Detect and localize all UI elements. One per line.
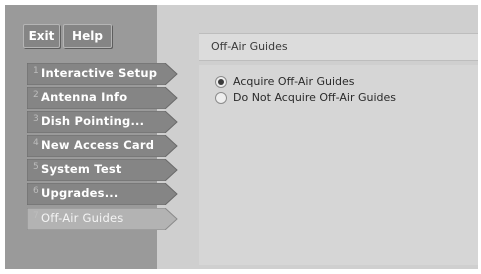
screen: Exit Help 1 Interactive Setup 2 Antenna … (5, 5, 478, 269)
page-title: Off-Air Guides (211, 40, 288, 53)
help-button[interactable]: Help (63, 24, 112, 48)
menu-item-antenna-info[interactable]: 2 Antenna Info (27, 87, 179, 109)
exit-button[interactable]: Exit (23, 24, 60, 48)
menu-item-dish-pointing[interactable]: 3 Dish Pointing... (27, 111, 179, 133)
menu-item-number: 6 (33, 186, 39, 196)
option-label: Acquire Off-Air Guides (233, 75, 355, 88)
content-header: Off-Air Guides (199, 33, 478, 61)
radio-unselected-icon[interactable] (215, 92, 227, 104)
menu-item-number: 3 (33, 114, 39, 124)
menu-item-system-test[interactable]: 5 System Test (27, 159, 179, 181)
menu-item-label: System Test (41, 162, 122, 176)
menu-item-new-access-card[interactable]: 4 New Access Card (27, 135, 179, 157)
radio-selected-icon[interactable] (215, 76, 227, 88)
menu-item-number: 1 (33, 66, 39, 76)
menu-item-label: Antenna Info (41, 90, 128, 104)
menu-item-label: Interactive Setup (41, 66, 158, 80)
menu-item-label: Dish Pointing... (41, 114, 145, 128)
menu-item-label: New Access Card (41, 138, 155, 152)
menu-item-number: 4 (33, 138, 39, 148)
menu-item-label: Off-Air Guides (41, 211, 124, 225)
content-body: Acquire Off-Air Guides Do Not Acquire Of… (199, 65, 478, 265)
menu-item-number: 5 (33, 162, 39, 172)
menu-item-number: 7 (33, 211, 39, 221)
menu-item-off-air-guides[interactable]: 7 Off-Air Guides (27, 208, 179, 230)
menu-item-label: Upgrades... (41, 186, 119, 200)
menu-item-interactive-setup[interactable]: 1 Interactive Setup (27, 63, 179, 85)
menu-item-upgrades[interactable]: 6 Upgrades... (27, 183, 179, 205)
menu-item-number: 2 (33, 90, 39, 100)
option-label: Do Not Acquire Off-Air Guides (233, 91, 396, 104)
